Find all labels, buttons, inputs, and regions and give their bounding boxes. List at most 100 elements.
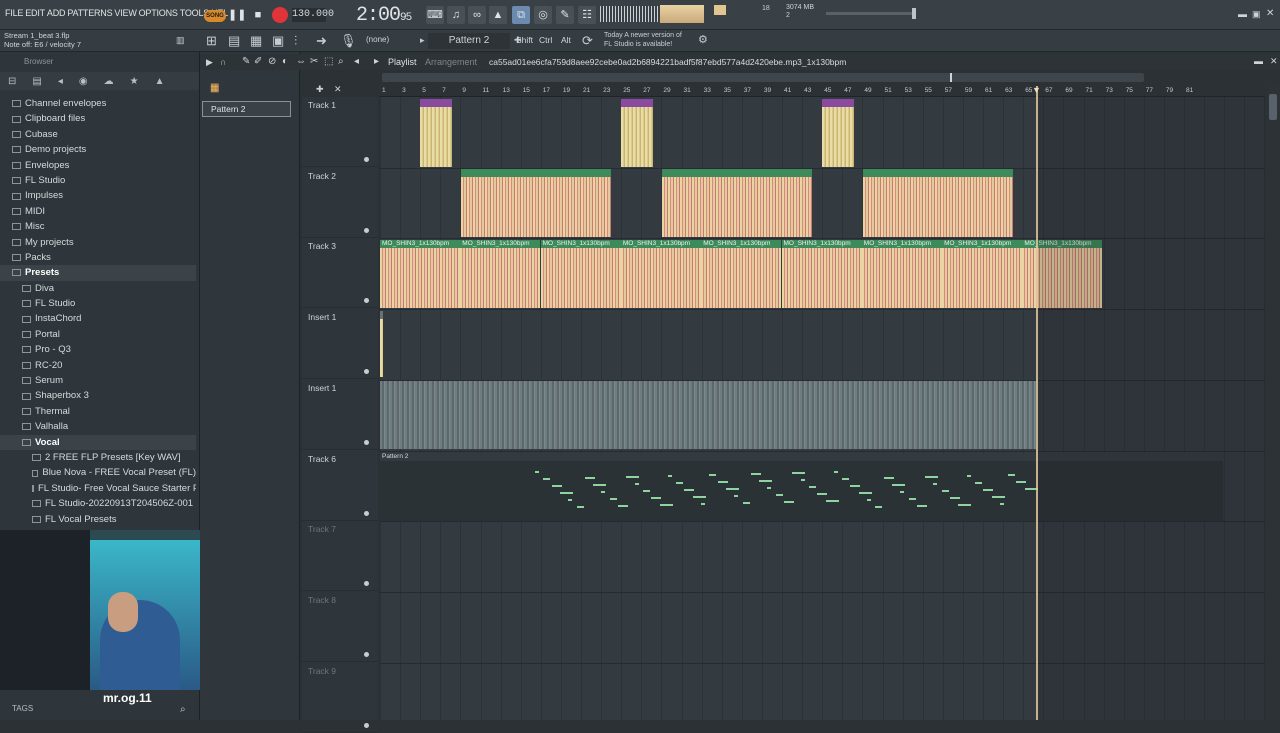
tempo-display[interactable]: 130.000 (292, 8, 334, 22)
track-header[interactable]: Track 9 (302, 663, 378, 733)
browser-item[interactable]: Envelopes (0, 158, 196, 173)
clip-header[interactable]: MO_SHIN3_1x130bpm (781, 240, 862, 248)
draw-tool-icon[interactable]: ✎ (242, 56, 250, 67)
playlist-clip[interactable] (621, 99, 653, 167)
playlist-clip[interactable] (380, 311, 383, 377)
track-header[interactable]: Track 6 (302, 451, 378, 521)
vertical-scrollbar[interactable] (1266, 86, 1280, 720)
playlist-clip[interactable]: MO_SHIN3_1x130bpm (942, 240, 1023, 308)
browser-item[interactable]: Vocal (0, 434, 196, 450)
browser-item[interactable]: Diva (0, 281, 196, 296)
prev-pattern-icon[interactable]: ▸ (420, 35, 425, 46)
browser-item[interactable]: FL Studio- Free Vocal Sauce Starter Pack (0, 481, 196, 496)
clip-header[interactable] (380, 381, 1036, 389)
microphone-icon[interactable]: 🎙 (340, 33, 357, 49)
clip-header[interactable]: MO_SHIN3_1x130bpm (620, 240, 701, 248)
clip-header[interactable] (662, 169, 812, 177)
menu-options[interactable]: OPTIONS (138, 8, 179, 18)
track-mute-dot-icon[interactable] (364, 298, 369, 304)
playlist-clip[interactable]: MO_SHIN3_1x130bpm (701, 240, 782, 308)
clip-header[interactable] (621, 99, 653, 107)
alt-key[interactable]: Alt (561, 35, 571, 45)
search-icon[interactable]: ⌕ (180, 704, 186, 715)
track-header[interactable]: Track 2 (302, 168, 378, 238)
arrow-right-icon[interactable]: ➜ (316, 33, 327, 49)
clip-header[interactable]: MO_SHIN3_1x130bpm (701, 240, 782, 248)
browser-item[interactable]: My projects (0, 235, 196, 250)
playlist-clip[interactable] (380, 381, 1036, 449)
browser-item[interactable]: Blue Nova - FREE Vocal Preset (FL) (0, 465, 196, 480)
browser-item[interactable]: FL Studio (0, 173, 196, 188)
channel-rack-icon[interactable]: ⊞ (206, 33, 217, 49)
track-header[interactable]: Insert 1 (302, 309, 378, 380)
clip-header[interactable]: MO_SHIN3_1x130bpm (942, 240, 1023, 248)
track-header[interactable]: Track 3 (302, 238, 378, 309)
step-edit-icon[interactable]: ♫ (447, 6, 465, 24)
shift-key[interactable]: Shift (516, 35, 533, 45)
track-mute-dot-icon[interactable] (364, 722, 369, 728)
pin-icon[interactable]: ▥ (176, 35, 185, 46)
browser-item[interactable]: FL Vocal Presets (0, 512, 196, 527)
horizontal-scrollbar[interactable] (382, 73, 1144, 82)
menu-edit[interactable]: EDIT (24, 8, 46, 18)
browser-file-icon[interactable]: ▤ (32, 76, 41, 87)
magnet-icon[interactable]: ∩ (220, 57, 226, 67)
arrangement-arrow-icon[interactable]: ▸ (374, 56, 379, 67)
menu-view[interactable]: VIEW (113, 8, 137, 18)
clip-header[interactable] (461, 169, 611, 177)
master-volume-slider[interactable] (826, 8, 916, 19)
piano-roll-icon[interactable]: ▤ (228, 33, 240, 49)
playlist-clip[interactable] (662, 169, 812, 237)
browser-item[interactable]: FL Studio (0, 296, 196, 311)
browser-refresh-icon[interactable]: ◉ (79, 76, 88, 87)
track-mute-dot-icon[interactable] (364, 439, 369, 445)
browser-menu-icon[interactable]: ⊟ (8, 76, 16, 87)
playhead-marker[interactable] (1036, 86, 1038, 720)
delete-tool-icon[interactable]: ⊘ (268, 56, 276, 67)
playlist-clip[interactable]: MO_SHIN3_1x130bpm (460, 240, 541, 308)
playlist-clip[interactable] (822, 99, 854, 167)
browser-item[interactable]: RC-20 (0, 358, 196, 373)
browser-item[interactable]: Channel envelopes (0, 96, 196, 111)
record-button[interactable] (272, 7, 288, 23)
playlist-clip[interactable] (461, 169, 611, 237)
menu-patterns[interactable]: PATTERNS (66, 8, 113, 18)
browser-collapse-icon[interactable]: ◂ (58, 76, 63, 87)
metronome-icon[interactable]: ▲ (489, 6, 507, 24)
minimize-icon[interactable]: ▬ (1238, 9, 1247, 19)
paint-tool-icon[interactable]: ✐ (254, 56, 262, 67)
ctrl-key[interactable]: Ctrl (539, 35, 552, 45)
playlist-subtitle[interactable]: Arrangement (425, 57, 477, 67)
playhead-triangle-icon[interactable]: ▼ (1032, 85, 1041, 95)
slip-tool-icon[interactable]: ⇔ (296, 56, 306, 67)
browser-item[interactable]: Presets (0, 265, 196, 281)
browser-item[interactable]: MIDI (0, 204, 196, 219)
playlist-clip[interactable]: MO_SHIN3_1x130bpm (861, 240, 942, 308)
browser-item[interactable]: Thermal (0, 404, 196, 419)
browser-item[interactable]: Portal (0, 327, 196, 342)
snap-select[interactable]: (none) (366, 35, 389, 44)
browser-item[interactable]: FL Studio-20220913T204506Z-001 (0, 496, 196, 511)
browser-item[interactable]: Cubase (0, 127, 196, 142)
vertical-scroll-thumb[interactable] (1269, 94, 1277, 120)
browser-item[interactable]: Demo projects (0, 142, 196, 157)
pause-button[interactable]: ❚❚ (228, 6, 246, 24)
mixer-icon[interactable]: ☷ (578, 6, 596, 24)
browser-item[interactable]: Misc (0, 219, 196, 234)
wait-input-icon[interactable]: ⧉ (512, 6, 530, 24)
update-icon[interactable]: ⟳ (582, 33, 593, 49)
master-volume-handle[interactable] (912, 8, 916, 19)
browser-item[interactable]: Packs (0, 250, 196, 265)
browser-item[interactable]: Shaperbox 3 (0, 388, 196, 403)
track-header[interactable]: Insert 1 (302, 380, 378, 450)
playlist-icon[interactable]: ▦ (250, 33, 262, 49)
blend-notes-icon[interactable]: ∞ (468, 6, 486, 24)
browser-item[interactable]: Clipboard files (0, 111, 196, 126)
clip-header[interactable] (420, 99, 452, 107)
close-track-icon[interactable]: ✕ (334, 84, 342, 95)
track-mute-dot-icon[interactable] (364, 227, 369, 233)
typing-keyboard-icon[interactable]: ⌨ (426, 6, 444, 24)
playlist-clip[interactable] (420, 99, 452, 167)
pattern-selector[interactable]: Pattern 2 (428, 33, 510, 49)
clip-header[interactable] (380, 311, 383, 319)
